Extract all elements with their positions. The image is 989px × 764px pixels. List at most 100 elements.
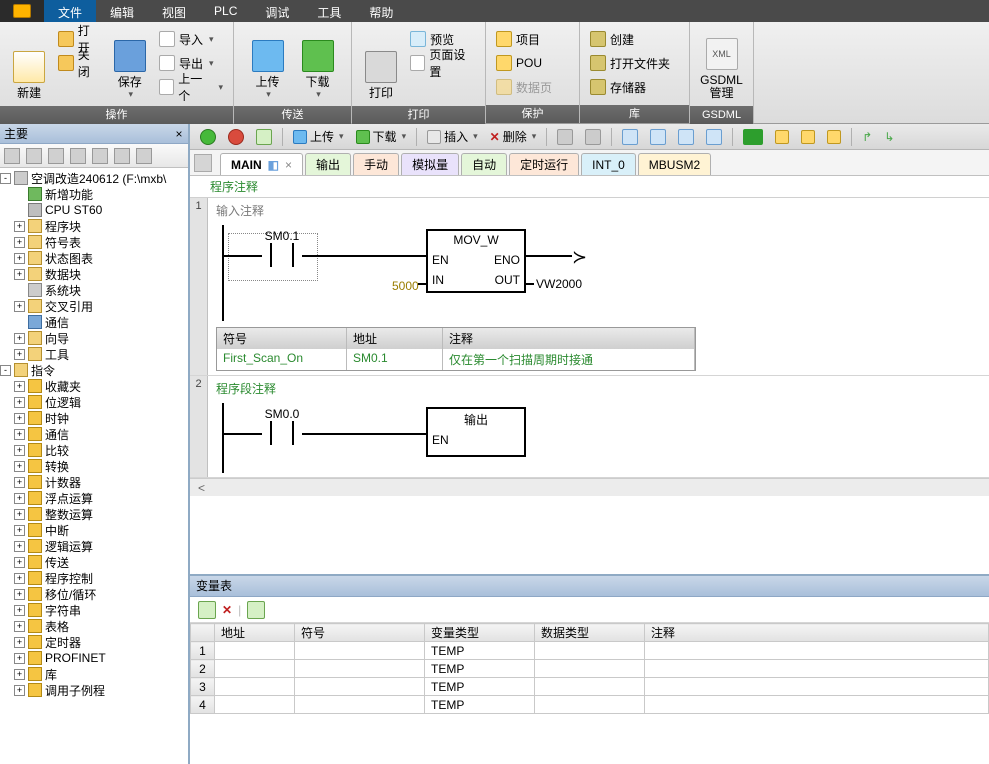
mov-w-block[interactable]: MOV_W EN ENO IN OUT bbox=[426, 229, 526, 293]
expander-icon[interactable]: + bbox=[14, 621, 25, 632]
expander-icon[interactable]: + bbox=[14, 301, 25, 312]
upload-button[interactable]: 上传▾ bbox=[244, 26, 292, 102]
tab-main[interactable]: MAIN◧× bbox=[220, 153, 303, 175]
var-add-icon[interactable] bbox=[198, 601, 216, 619]
expander-icon[interactable]: + bbox=[14, 349, 25, 360]
expander-icon[interactable]: + bbox=[14, 397, 25, 408]
expander-icon[interactable]: + bbox=[14, 493, 25, 504]
tool-icon[interactable] bbox=[702, 127, 726, 147]
tree-item[interactable]: 系统块 bbox=[0, 282, 188, 298]
expander-icon[interactable]: + bbox=[14, 541, 25, 552]
menu-debug[interactable]: 调试 bbox=[251, 0, 303, 22]
tree-instr-item[interactable]: +移位/循环 bbox=[0, 586, 188, 602]
expander-icon[interactable]: - bbox=[0, 365, 11, 376]
expander-icon[interactable]: + bbox=[14, 253, 25, 264]
view-icon[interactable] bbox=[114, 148, 130, 164]
print-button[interactable]: 打印 bbox=[358, 26, 404, 102]
tab-close-icon[interactable]: × bbox=[285, 158, 292, 172]
lock-icon[interactable] bbox=[823, 127, 845, 147]
tab-analog[interactable]: 模拟量 bbox=[401, 153, 459, 175]
expander-icon[interactable]: - bbox=[0, 173, 11, 184]
tree-instr-item[interactable]: +通信 bbox=[0, 426, 188, 442]
lib-create-button[interactable]: 创建 bbox=[586, 28, 674, 50]
tree-instr-item[interactable]: +字符串 bbox=[0, 602, 188, 618]
expander-icon[interactable]: + bbox=[14, 605, 25, 616]
menu-help[interactable]: 帮助 bbox=[355, 0, 407, 22]
tree-instr-item[interactable]: +中断 bbox=[0, 522, 188, 538]
expander-icon[interactable]: + bbox=[14, 653, 25, 664]
segment-comment[interactable]: 程序段注释 bbox=[216, 380, 981, 397]
menu-view[interactable]: 视图 bbox=[148, 0, 200, 22]
tree-item[interactable]: CPU ST60 bbox=[0, 202, 188, 218]
contact-sm00[interactable]: SM0.0 bbox=[262, 421, 302, 445]
tree-instr-item[interactable]: +传送 bbox=[0, 554, 188, 570]
view-icon[interactable] bbox=[48, 148, 64, 164]
expander-icon[interactable]: + bbox=[14, 381, 25, 392]
download2-button[interactable]: 下载▾ bbox=[352, 127, 411, 147]
expander-icon[interactable]: + bbox=[14, 413, 25, 424]
tree-instr-item[interactable]: +计数器 bbox=[0, 474, 188, 490]
menu-edit[interactable]: 编辑 bbox=[96, 0, 148, 22]
input-comment[interactable]: 输入注释 bbox=[216, 202, 981, 219]
pagesetup-button[interactable]: 页面设置 bbox=[406, 52, 479, 74]
tree-instr-item[interactable]: +库 bbox=[0, 666, 188, 682]
tree-instr-item[interactable]: +收藏夹 bbox=[0, 378, 188, 394]
lock-icon[interactable] bbox=[797, 127, 819, 147]
tree-instr-item[interactable]: +定时器 bbox=[0, 634, 188, 650]
expander-icon[interactable]: + bbox=[14, 589, 25, 600]
tree-instr-item[interactable]: +位逻辑 bbox=[0, 394, 188, 410]
tree-item[interactable]: +数据块 bbox=[0, 266, 188, 282]
expander-icon[interactable]: + bbox=[14, 237, 25, 248]
lock-icon[interactable] bbox=[771, 127, 793, 147]
tree-item[interactable]: 新增功能 bbox=[0, 186, 188, 202]
upload2-button[interactable]: 上传▾ bbox=[289, 127, 348, 147]
protect-project-button[interactable]: 项目 bbox=[492, 28, 556, 50]
tab-int0[interactable]: INT_0 bbox=[581, 153, 636, 175]
tool-icon[interactable] bbox=[618, 127, 642, 147]
expander-icon[interactable]: + bbox=[14, 269, 25, 280]
new-button[interactable]: 新建 bbox=[6, 26, 52, 102]
tab-timer[interactable]: 定时运行 bbox=[509, 153, 579, 175]
expander-icon[interactable]: + bbox=[14, 429, 25, 440]
view-icon[interactable] bbox=[26, 148, 42, 164]
tree-instr-item[interactable]: +浮点运算 bbox=[0, 490, 188, 506]
table-row[interactable]: 1TEMP bbox=[191, 642, 989, 660]
expander-icon[interactable]: + bbox=[14, 573, 25, 584]
run-button[interactable] bbox=[196, 127, 220, 147]
close-button[interactable]: 关闭 bbox=[54, 52, 104, 74]
table-row[interactable]: 3TEMP bbox=[191, 678, 989, 696]
expander-icon[interactable]: + bbox=[14, 461, 25, 472]
tree-instr-item[interactable]: +整数运算 bbox=[0, 506, 188, 522]
view-icon[interactable] bbox=[70, 148, 86, 164]
tree-instr-item[interactable]: +比较 bbox=[0, 442, 188, 458]
expander-icon[interactable]: + bbox=[14, 221, 25, 232]
tree-item[interactable]: +向导 bbox=[0, 330, 188, 346]
protect-pou-button[interactable]: POU bbox=[492, 52, 556, 74]
go-button[interactable] bbox=[739, 127, 767, 147]
var-tool-icon[interactable] bbox=[247, 601, 265, 619]
expander-icon[interactable]: + bbox=[14, 669, 25, 680]
expander-icon[interactable]: + bbox=[14, 333, 25, 344]
insert-button[interactable]: 插入▾ bbox=[423, 127, 482, 147]
gsdml-button[interactable]: XMLGSDML 管理 bbox=[698, 26, 746, 102]
tool-icon[interactable] bbox=[646, 127, 670, 147]
menu-tools[interactable]: 工具 bbox=[303, 0, 355, 22]
tree-item[interactable]: +符号表 bbox=[0, 234, 188, 250]
tool-icon[interactable] bbox=[581, 127, 605, 147]
tab-output[interactable]: 输出 bbox=[305, 153, 351, 175]
download-button[interactable]: 下载▾ bbox=[294, 26, 342, 102]
ladder-editor[interactable]: 程序注释 1 输入注释 SM0.1 MOV_W bbox=[190, 176, 989, 574]
tab-pin-icon[interactable]: ◧ bbox=[268, 158, 279, 172]
tree-item[interactable]: 通信 bbox=[0, 314, 188, 330]
compile-button[interactable] bbox=[252, 127, 276, 147]
lib-storage-button[interactable]: 存储器 bbox=[586, 76, 674, 98]
tree-item[interactable]: +工具 bbox=[0, 346, 188, 362]
tree-instr-item[interactable]: +表格 bbox=[0, 618, 188, 634]
expander-icon[interactable]: + bbox=[14, 509, 25, 520]
tab-nav-icon[interactable] bbox=[194, 154, 212, 172]
tree-item[interactable]: +状态图表 bbox=[0, 250, 188, 266]
tree-root[interactable]: - 空调改造240612 (F:\mxb\ bbox=[0, 170, 188, 186]
output-block[interactable]: 输出 EN bbox=[426, 407, 526, 457]
expander-icon[interactable]: + bbox=[14, 637, 25, 648]
tree-item[interactable]: +交叉引用 bbox=[0, 298, 188, 314]
